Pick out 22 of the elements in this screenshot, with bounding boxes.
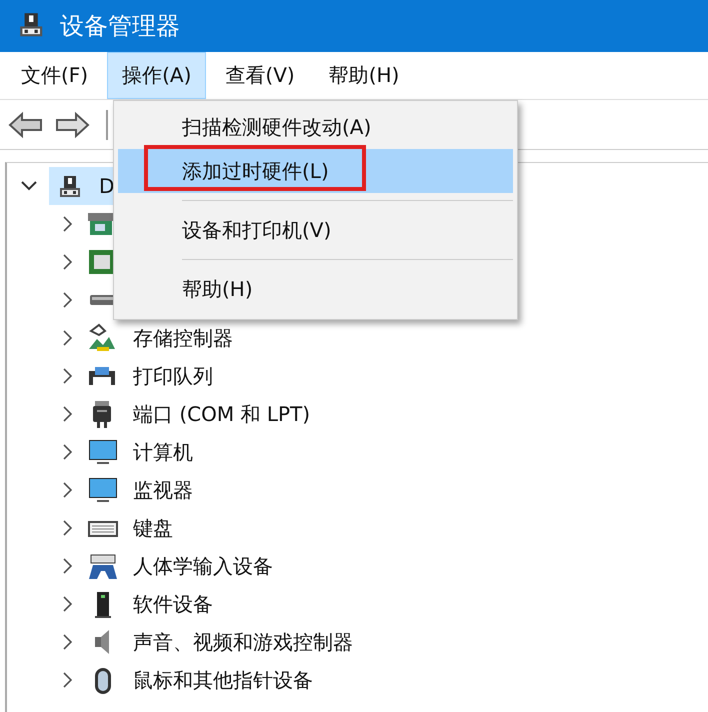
tree-item[interactable]: 人体学输入设备 <box>129 550 279 582</box>
monitor-icon <box>87 475 119 505</box>
tree-item[interactable]: 软件设备 <box>129 588 219 620</box>
tree-item[interactable]: 监视器 <box>129 474 199 506</box>
tree-item[interactable]: 打印队列 <box>129 360 219 392</box>
tree-item[interactable]: 键盘 <box>129 512 179 544</box>
menu-item[interactable]: 设备和打印机(V) <box>118 208 513 252</box>
tree-item[interactable]: 鼠标和其他指针设备 <box>129 664 319 696</box>
tree-item[interactable]: 端口 (COM 和 LPT) <box>129 398 316 430</box>
menu-item[interactable]: 扫描检测硬件改动(A) <box>118 105 513 149</box>
menu-item[interactable]: 帮助(H) <box>314 52 414 99</box>
back-arrow-icon <box>8 110 44 138</box>
forward-arrow-icon <box>54 110 90 138</box>
monitor-icon <box>87 437 119 467</box>
menu-item[interactable]: 查看(V) <box>210 52 310 99</box>
tree-item[interactable]: 声音、视频和游戏控制器 <box>129 626 359 658</box>
menu-item[interactable]: 文件(F) <box>6 52 104 99</box>
tree-item[interactable]: 存储控制器 <box>129 322 239 354</box>
menu-item[interactable]: 操作(A) <box>107 52 206 99</box>
window-title: 设备管理器 <box>60 11 180 42</box>
menu-item[interactable]: 帮助(H) <box>118 267 513 311</box>
tree-item[interactable]: 计算机 <box>129 436 199 468</box>
